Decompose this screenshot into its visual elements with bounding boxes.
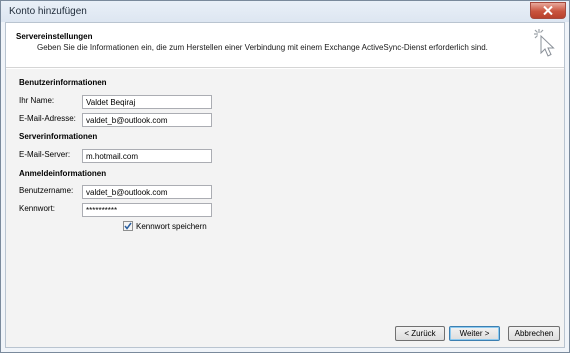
- next-button[interactable]: Weiter >: [449, 326, 500, 341]
- server-label: E-Mail-Server:: [19, 150, 71, 159]
- save-password-label: Kennwort speichern: [136, 221, 207, 231]
- close-button[interactable]: [530, 2, 566, 19]
- name-label: Ihr Name:: [19, 96, 55, 105]
- cancel-button[interactable]: Abbrechen: [508, 326, 560, 341]
- email-label: E-Mail-Adresse:: [19, 114, 76, 123]
- window-title: Konto hinzufügen: [9, 6, 87, 17]
- save-password-row[interactable]: Kennwort speichern: [123, 221, 207, 231]
- header-title: Servereinstellungen: [16, 32, 93, 41]
- name-field[interactable]: Valdet Beqiraj: [82, 95, 212, 109]
- section-title-login-info: Anmeldeinformationen: [19, 169, 107, 178]
- save-password-checkbox[interactable]: [123, 221, 133, 231]
- close-icon: [543, 6, 553, 15]
- password-label: Kennwort:: [19, 204, 56, 213]
- section-title-server-info: Serverinformationen: [19, 132, 98, 141]
- email-field[interactable]: valdet_b@outlook.com: [82, 113, 212, 127]
- form-panel: Benutzerinformationen Ihr Name: Valdet B…: [6, 69, 564, 347]
- title-bar[interactable]: Konto hinzufügen: [1, 1, 569, 22]
- header-panel: Servereinstellungen Geben Sie die Inform…: [6, 23, 564, 68]
- username-field[interactable]: valdet_b@outlook.com: [82, 185, 212, 199]
- checkmark-icon: [124, 222, 132, 230]
- section-title-user-info: Benutzerinformationen: [19, 78, 107, 87]
- username-label: Benutzername:: [19, 186, 74, 195]
- dialog-client-area: Servereinstellungen Geben Sie die Inform…: [5, 22, 565, 348]
- password-field[interactable]: **********: [82, 203, 212, 217]
- header-description: Geben Sie die Informationen ein, die zum…: [37, 43, 488, 52]
- dialog-window: Konto hinzufügen Servereinstellungen Geb…: [0, 0, 570, 353]
- pointer-sparkle-icon: [534, 29, 555, 57]
- back-button[interactable]: < Zurück: [395, 326, 445, 341]
- server-field[interactable]: m.hotmail.com: [82, 149, 212, 163]
